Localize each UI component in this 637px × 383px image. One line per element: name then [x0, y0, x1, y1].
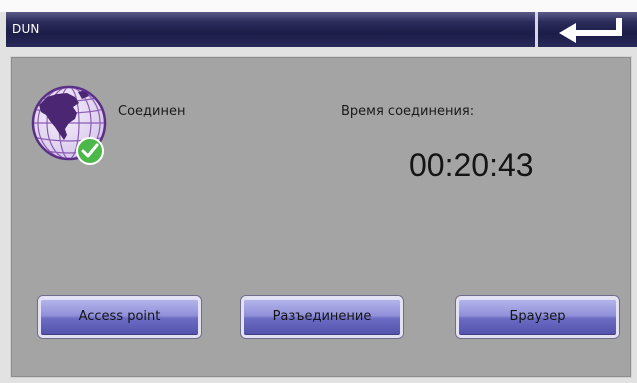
back-button[interactable] [535, 12, 637, 47]
window-title: DUN [12, 22, 40, 36]
connection-timer: 00:20:43 [409, 147, 534, 183]
disconnect-button-label: Разъединение [272, 309, 372, 324]
connection-status-icon [31, 85, 111, 167]
globe-icon [31, 85, 107, 165]
access-point-button[interactable]: Access point [38, 296, 201, 338]
screen: DUN Соединен Время соединения: 00:20:43 … [0, 0, 637, 383]
connection-status-label: Соединен [118, 104, 186, 119]
content-panel: Соединен Время соединения: 00:20:43 Acce… [10, 56, 632, 378]
connection-time-label: Время соединения: [341, 104, 475, 119]
disconnect-button[interactable]: Разъединение [241, 296, 403, 338]
title-bar: DUN [6, 12, 535, 47]
checkmark-icon [76, 137, 104, 165]
return-arrow-icon [559, 18, 622, 43]
top-strip [0, 0, 637, 12]
browser-button-label: Браузер [509, 309, 566, 324]
browser-button[interactable]: Браузер [456, 296, 619, 338]
access-point-button-label: Access point [78, 309, 161, 324]
